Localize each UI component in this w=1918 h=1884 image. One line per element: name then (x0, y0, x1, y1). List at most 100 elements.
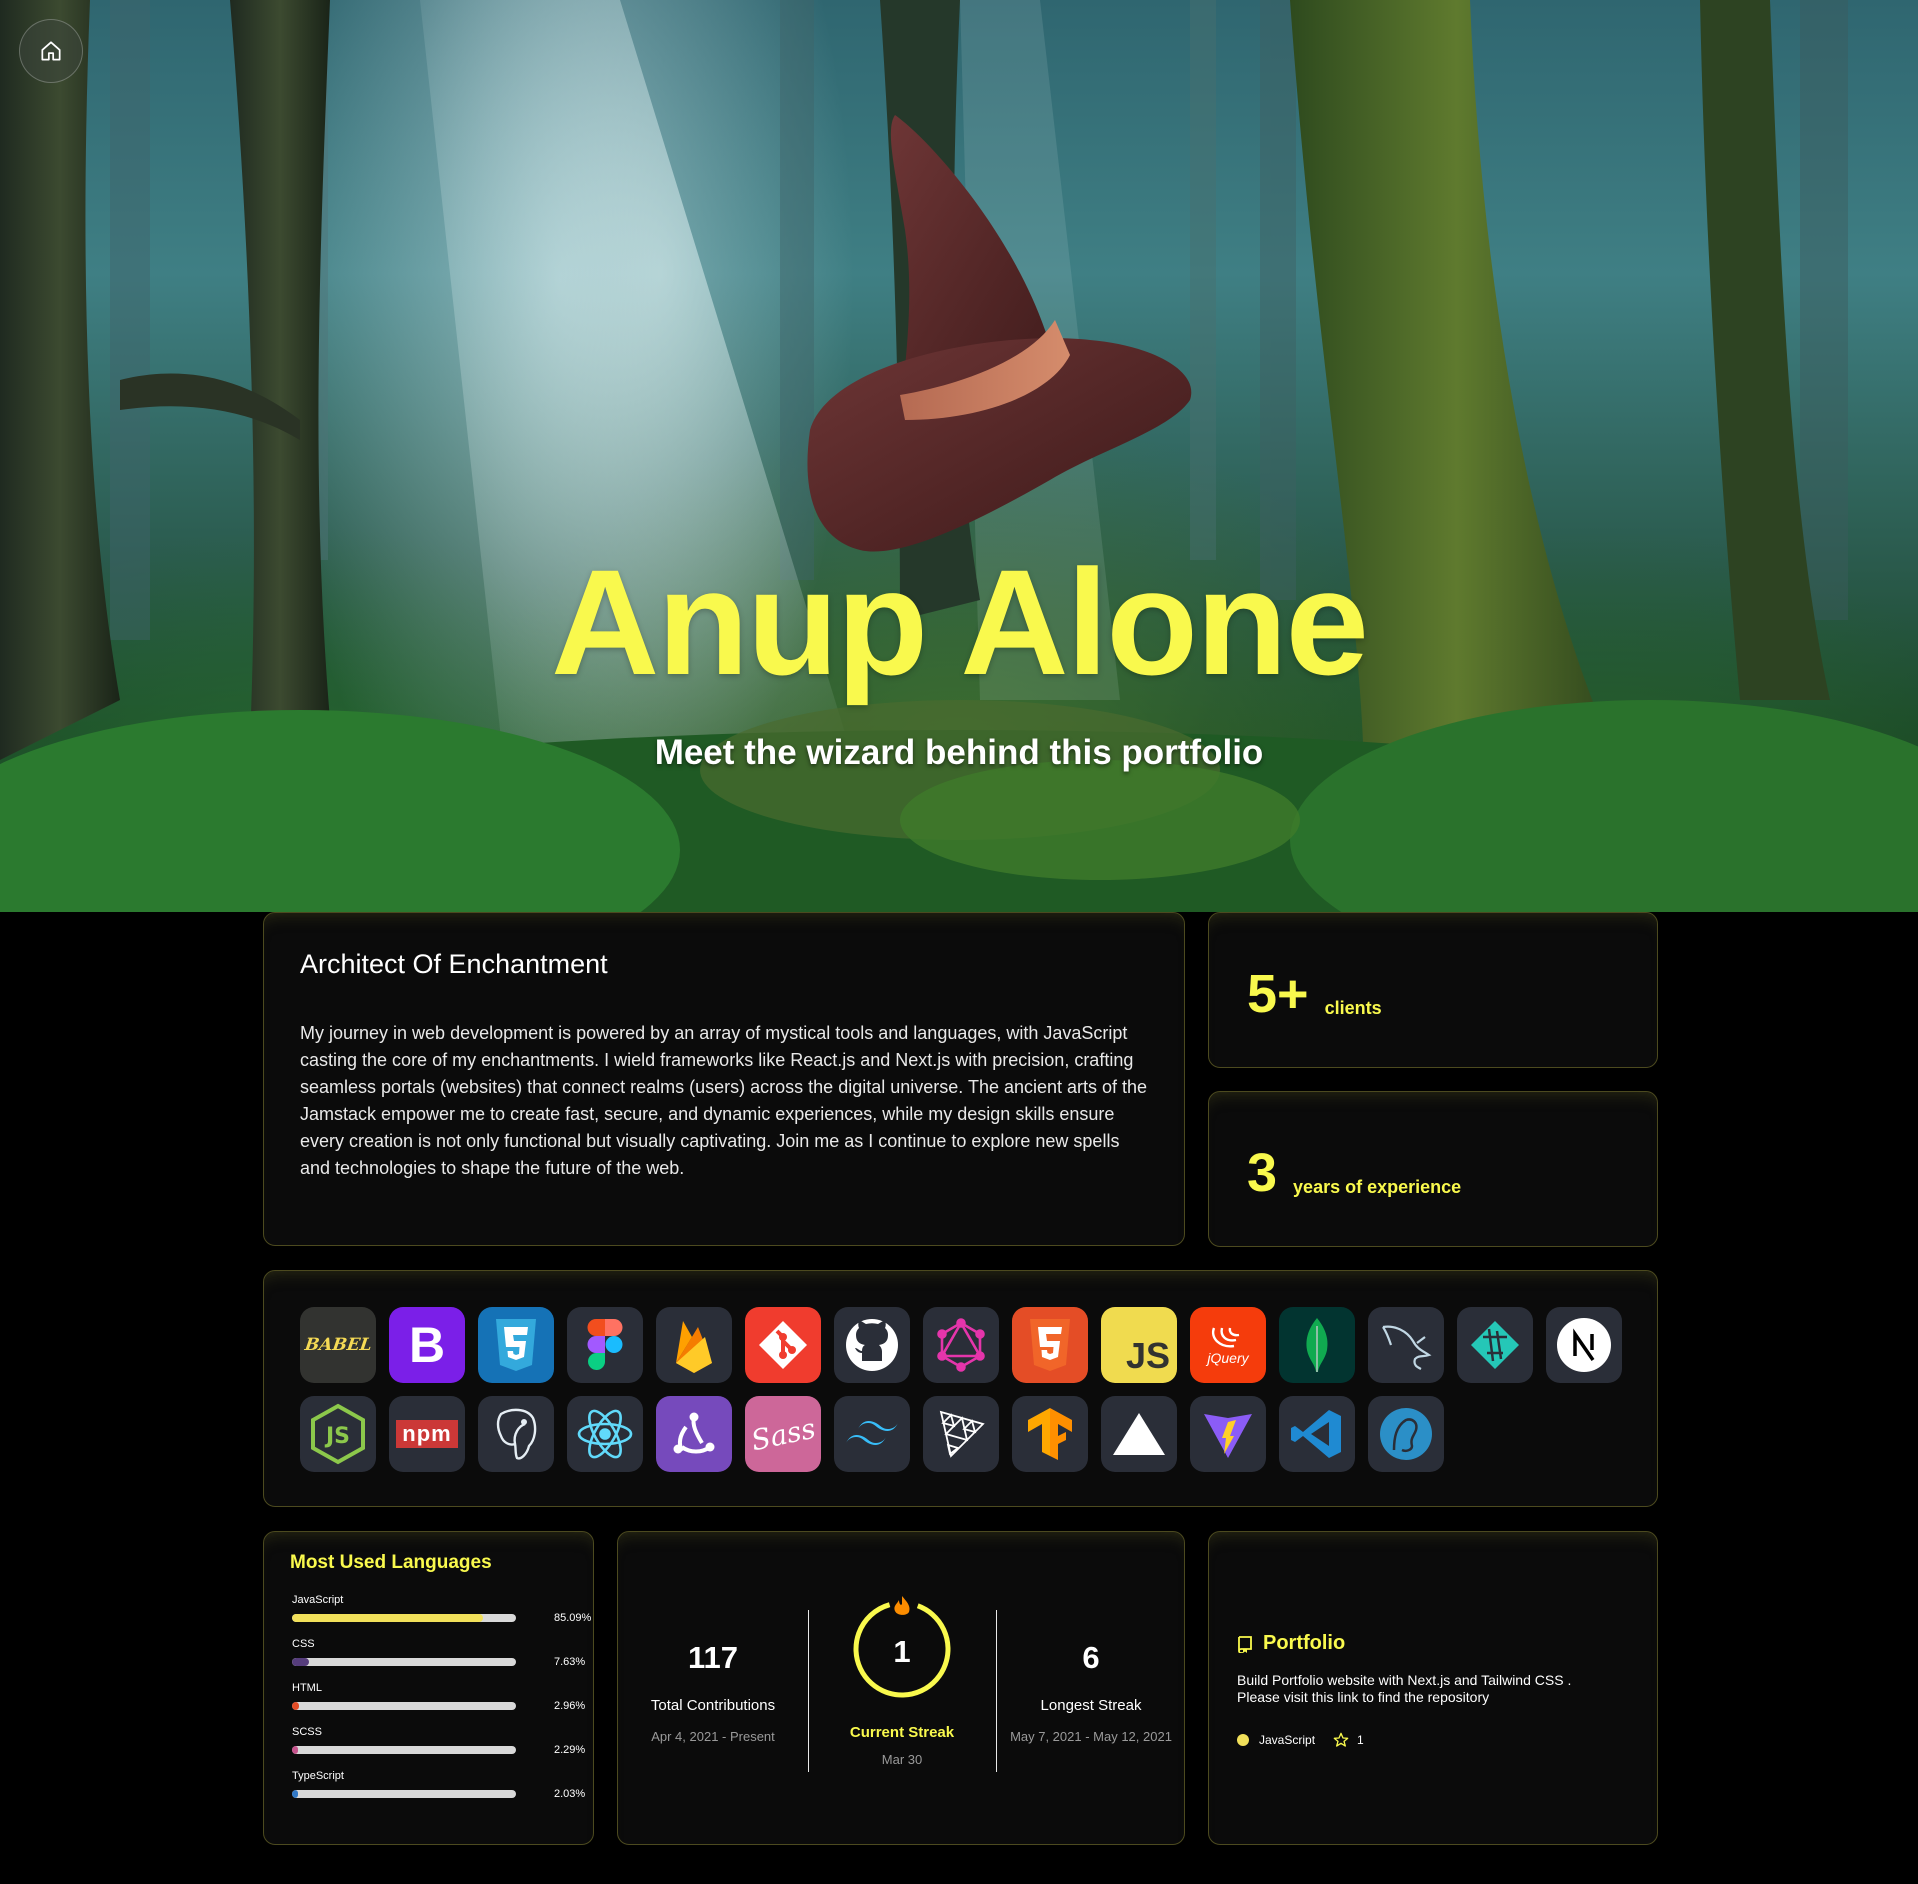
clients-label: clients (1324, 998, 1382, 1018)
bootstrap-icon: B (389, 1307, 465, 1383)
repo-language: JavaScript (1259, 1733, 1316, 1747)
portfolio-repo-card[interactable]: Portfolio Build Portfolio website with N… (1208, 1531, 1658, 1845)
svg-text:JS: JS (324, 1424, 350, 1449)
languages-list: JavaScript 85.09% CSS 7.63% HTML 2.96% S… (290, 1594, 591, 1814)
experience-stat-card: 3 years of experience (1208, 1091, 1658, 1247)
repo-meta: JavaScript 1 (1237, 1732, 1364, 1748)
language-row-html: HTML 2.96% (290, 1682, 585, 1726)
vscode-icon (1279, 1396, 1355, 1472)
language-name: CSS (292, 1638, 315, 1650)
experience-label: years of experience (1293, 1177, 1462, 1197)
skills-card: BABEL B JS jQuery JS npm Sass (263, 1270, 1658, 1507)
git-icon (745, 1307, 821, 1383)
language-row-css: CSS 7.63% (290, 1638, 585, 1682)
clients-count: 5+ (1247, 964, 1309, 1024)
skills-icon-grid: BABEL B JS jQuery JS npm Sass (300, 1307, 1622, 1472)
flame-icon (894, 1596, 910, 1615)
home-icon (41, 41, 61, 61)
redux-icon (656, 1396, 732, 1472)
repo-name[interactable]: Portfolio (1263, 1632, 1345, 1655)
react-icon (567, 1396, 643, 1472)
sass-icon: Sass (745, 1396, 821, 1472)
language-bar-fill (292, 1790, 298, 1798)
about-heading: Architect Of Enchantment (300, 949, 608, 979)
longest-streak-column: 6 Longest Streak May 7, 2021 - May 12, 2… (996, 1532, 1186, 1844)
tailwind-icon (834, 1396, 910, 1472)
clients-stat-card: 5+ clients (1208, 912, 1658, 1068)
language-row-typescript: TypeScript 2.03% (290, 1770, 585, 1814)
language-bar-fill (292, 1658, 310, 1666)
current-streak-label: Current Streak (849, 1724, 955, 1741)
npm-wordmark: npm (396, 1420, 458, 1448)
npm-icon: npm (389, 1396, 465, 1472)
mongodb-icon (1279, 1307, 1355, 1383)
longest-streak-range: May 7, 2021 - May 12, 2021 (1010, 1729, 1172, 1744)
repo-title[interactable]: Portfolio (1237, 1632, 1345, 1655)
about-card: Architect Of Enchantment My journey in w… (263, 912, 1185, 1246)
current-streak-count: 1 (893, 1634, 911, 1669)
repo-description: Build Portfolio website with Next.js and… (1237, 1672, 1572, 1705)
repo-stars: 1 (1357, 1733, 1364, 1747)
firebase-icon (656, 1307, 732, 1383)
github-streak-card: 117 Total Contributions Apr 4, 2021 - Pr… (617, 1531, 1185, 1845)
postgresql-icon (478, 1396, 554, 1472)
languages-heading: Most Used Languages (290, 1552, 492, 1573)
longest-streak-count: 6 (1082, 1640, 1100, 1675)
total-contributions-count: 117 (687, 1640, 738, 1675)
postcss-icon (1368, 1396, 1444, 1472)
language-bar (292, 1746, 516, 1754)
language-bar-fill (292, 1746, 298, 1754)
repo-icon (1238, 1635, 1252, 1653)
babel-wordmark: BABEL (303, 1335, 373, 1355)
bootstrap-letter: B (408, 1317, 446, 1373)
tensorflow-icon (1012, 1396, 1088, 1472)
language-bar (292, 1702, 516, 1710)
language-bar-fill (292, 1614, 483, 1622)
nextjs-icon (1546, 1307, 1622, 1383)
hero-subtitle: Meet the wizard behind this portfolio (654, 733, 1264, 772)
language-name: JavaScript (292, 1594, 344, 1606)
vercel-icon (1101, 1396, 1177, 1472)
hero-section: Anup Alone Meet the wizard behind this p… (0, 0, 1918, 912)
sass-wordmark: Sass (747, 1411, 819, 1457)
about-body: My journey in web development is powered… (300, 1023, 1148, 1178)
nodejs-icon: JS (300, 1396, 376, 1472)
total-contributions-column: 117 Total Contributions Apr 4, 2021 - Pr… (618, 1532, 808, 1844)
language-name: HTML (292, 1682, 322, 1694)
home-button[interactable] (19, 19, 83, 83)
graphql-icon (923, 1307, 999, 1383)
language-percent: 2.96% (554, 1700, 586, 1712)
current-streak-date: Mar 30 (881, 1752, 923, 1767)
github-icon (834, 1307, 910, 1383)
babel-icon: BABEL (300, 1307, 376, 1383)
html5-icon (1012, 1307, 1088, 1383)
current-streak-column: 1 Current Streak Mar 30 (808, 1532, 996, 1844)
language-row-javascript: JavaScript 85.09% (290, 1594, 591, 1638)
language-percent: 2.29% (554, 1744, 586, 1756)
figma-icon (567, 1307, 643, 1383)
language-name: SCSS (292, 1726, 322, 1738)
language-percent: 85.09% (554, 1612, 592, 1624)
mysql-icon (1368, 1307, 1444, 1383)
threejs-icon (923, 1396, 999, 1472)
language-percent: 2.03% (554, 1788, 586, 1800)
javascript-icon: JS (1101, 1307, 1177, 1383)
language-bar (292, 1614, 516, 1622)
language-color-dot (1237, 1734, 1249, 1746)
jquery-wordmark: jQuery (1207, 1350, 1249, 1366)
experience-years: 3 (1247, 1143, 1278, 1203)
language-bar-fill (292, 1702, 299, 1710)
hero-title: Anup Alone (551, 538, 1369, 706)
language-bar (292, 1658, 516, 1666)
javascript-letters: JS (1125, 1335, 1171, 1376)
forest-background-image (0, 0, 1918, 912)
total-contributions-range: Apr 4, 2021 - Present (651, 1729, 775, 1744)
language-percent: 7.63% (554, 1656, 586, 1668)
most-used-languages-card: Most Used Languages JavaScript 85.09% CS… (263, 1531, 594, 1845)
total-contributions-label: Total Contributions (650, 1697, 776, 1714)
jquery-icon: jQuery (1190, 1307, 1266, 1383)
star-icon (1333, 1732, 1349, 1747)
css3-icon (478, 1307, 554, 1383)
netlify-icon (1457, 1307, 1533, 1383)
language-bar (292, 1790, 516, 1798)
